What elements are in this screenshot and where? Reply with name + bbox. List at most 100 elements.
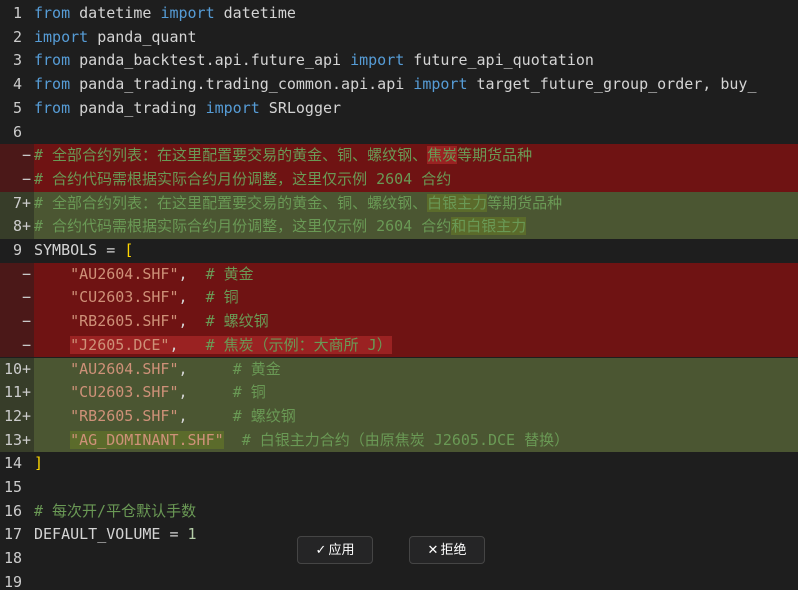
code-token: # 螺纹钢 (205, 312, 269, 331)
code-token: , (178, 406, 233, 425)
code-token: SRLogger (259, 98, 342, 117)
code-token: ] (34, 454, 44, 473)
added-line: 12+ "RB2605.SHF", # 螺纹钢 (0, 404, 798, 429)
code-token: import (34, 27, 89, 46)
code-token: # 焦炭（示例：大商所 J） (205, 335, 392, 354)
code-token: # 铜 (232, 383, 266, 402)
code-line: 15 (0, 476, 798, 500)
diff-marker: + (22, 430, 32, 449)
added-line: 11+ "CU2603.SHF", # 铜 (0, 381, 798, 405)
line-gutter: 4 (0, 73, 34, 97)
line-code: SYMBOLS = [ (34, 239, 798, 263)
diff-marker: − (22, 169, 32, 188)
code-token: # 全部合约列表：在这里配置要交易的黄金、铜、螺纹钢、 (34, 193, 428, 212)
code-line: 5 from panda_trading import SRLogger (0, 97, 798, 121)
removed-line: − "J2605.DCE", # 焦炭（示例：大商所 J） (0, 333, 798, 358)
added-line: 13+ "AG_DOMINANT.SHF" # 白银主力合约（由原焦炭 J260… (0, 428, 798, 453)
code-token: target_future_group_order, buy_ (467, 75, 757, 94)
line-gutter: 10+ (0, 358, 34, 382)
code-line: 3 from panda_backtest.api.future_api impo… (0, 49, 798, 73)
line-code: from datetime import datetime (34, 2, 798, 26)
line-code: "J2605.DCE", # 焦炭（示例：大商所 J） (34, 333, 798, 358)
code-token: , (178, 359, 233, 378)
line-code: "AU2604.SHF", # 黄金 (34, 262, 798, 287)
code-token: SYMBOLS = (34, 241, 125, 259)
line-gutter: 8+ (0, 215, 34, 239)
diff-marker: − (22, 335, 32, 354)
diff-marker: + (22, 193, 32, 212)
line-number: 1 (12, 4, 22, 22)
line-gutter: − (0, 263, 34, 287)
code-token: # 螺纹钢 (232, 406, 296, 425)
line-number: 19 (3, 572, 22, 590)
line-gutter: − (0, 144, 34, 168)
reject-button[interactable]: ✕ 拒绝 (409, 536, 485, 564)
code-token: panda_trading (70, 98, 206, 117)
code-line: 4 from panda_trading.trading_common.api.a… (0, 73, 798, 97)
line-code: # 合约代码需根据实际合约月份调整，这里仅示例 2604 合约和白银主力 (34, 215, 798, 239)
code-token: [ (124, 241, 134, 259)
line-number: 18 (3, 549, 22, 568)
apply-label: 应用 (328, 543, 355, 558)
removed-line: − "CU2603.SHF", # 铜 (0, 286, 798, 311)
line-number: 5 (12, 98, 22, 117)
code-token: import (350, 51, 405, 70)
code-token: panda_backtest.api.future_api (70, 51, 351, 70)
line-gutter: 16 (0, 500, 34, 524)
code-token: datetime (70, 4, 161, 22)
code-token: panda_trading.trading_common.api.api (70, 75, 414, 94)
line-code: # 合约代码需根据实际合约月份调整，这里仅示例 2604 合约 (34, 167, 798, 192)
check-icon: ✓ (315, 543, 327, 558)
removed-line: − "RB2605.SHF", # 螺纹钢 (0, 310, 798, 334)
diff-marker: + (22, 359, 32, 378)
removed-line: − # 全部合约列表：在这里配置要交易的黄金、铜、螺纹钢、焦炭等期货品种 (0, 144, 798, 168)
line-code: "CU2603.SHF", # 铜 (34, 286, 798, 311)
code-line: 2 import panda_quant (0, 26, 798, 50)
line-code: ] (34, 452, 798, 476)
code-token: "CU2603.SHF" (70, 383, 179, 402)
code-token: # 白银主力合约（由原焦炭 J2605.DCE 替换） (241, 430, 570, 449)
line-gutter: − (0, 168, 34, 192)
diff-marker: + (22, 217, 32, 236)
removed-line: − "AU2604.SHF", # 黄金 (0, 262, 798, 287)
code-token: # 黄金 (232, 359, 281, 378)
diff-marker: + (22, 383, 32, 402)
code-token: import (160, 4, 215, 22)
close-icon: ✕ (427, 543, 439, 558)
line-gutter: 2 (0, 26, 34, 50)
code-line: 16 # 每次开/平仓默认手数 (0, 500, 798, 524)
code-line: 6 (0, 121, 798, 145)
line-number: 7 (12, 193, 22, 212)
line-number: 16 (3, 501, 22, 520)
line-number: 11 (3, 383, 22, 402)
line-gutter: 6 (0, 121, 34, 145)
line-number: 12 (3, 406, 22, 425)
code-token: # 每次开/平仓默认手数 (34, 501, 197, 520)
line-gutter: 5 (0, 97, 34, 121)
line-number: 10 (3, 359, 22, 378)
line-gutter: 3 (0, 49, 34, 73)
diff-marker: − (22, 146, 32, 165)
apply-button[interactable]: ✓ 应用 (297, 536, 373, 564)
line-code: "RB2605.SHF", # 螺纹钢 (34, 310, 798, 334)
code-token: 焦炭 (427, 146, 458, 165)
line-gutter: 12+ (0, 405, 34, 429)
diff-marker: − (22, 312, 32, 331)
line-gutter: − (0, 310, 34, 334)
diff-marker: + (22, 406, 32, 425)
line-gutter: 9 (0, 239, 34, 263)
line-gutter: 18 (0, 547, 34, 571)
code-token: "AG_DOMINANT.SHF" (70, 430, 224, 449)
code-editor[interactable]: 1 from datetime import datetime 2 import pa… (0, 0, 798, 590)
code-token: , (178, 312, 206, 331)
code-token: DEFAULT_VOLUME = (34, 525, 188, 544)
code-token: datetime (214, 4, 296, 22)
line-code (34, 571, 798, 590)
code-line: 19 (0, 571, 798, 590)
code-token: "RB2605.SHF" (70, 406, 179, 425)
